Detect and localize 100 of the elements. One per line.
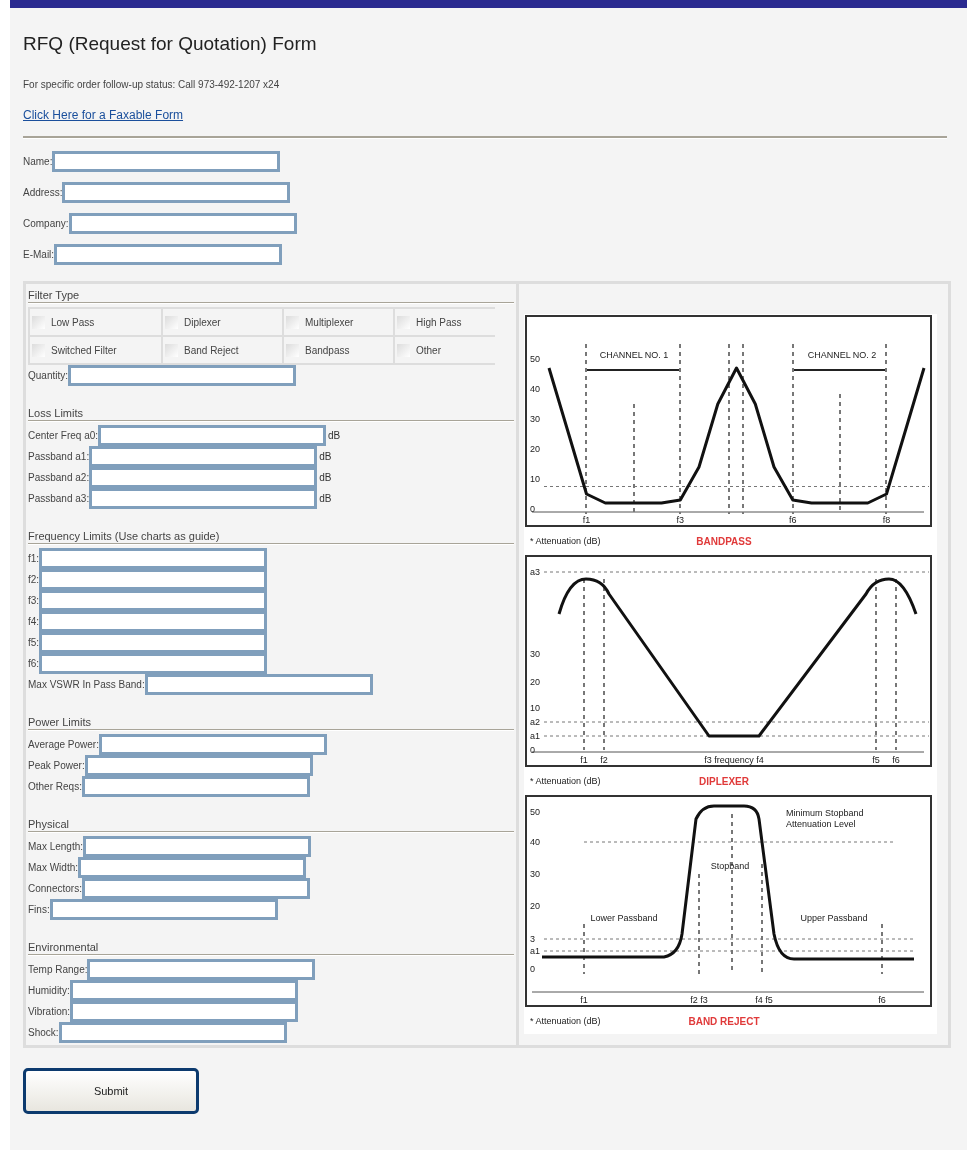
input-field[interactable] (62, 182, 291, 203)
axis-tick: f8 (882, 515, 891, 525)
input-field[interactable] (39, 611, 268, 632)
faxable-form-link[interactable]: Click Here for a Faxable Form (23, 106, 184, 124)
axis-tick: 40 (530, 384, 540, 394)
field-label: Max VSWR In Pass Band: (28, 678, 145, 692)
axis-tick: 30 (530, 649, 540, 659)
axis-tick: f3 (676, 515, 684, 525)
checkbox[interactable] (397, 315, 410, 329)
input-field[interactable] (89, 488, 318, 509)
option-label: Switched Filter (51, 343, 117, 358)
axis-note: * Attenuation (dB) (530, 776, 601, 786)
checkbox[interactable] (286, 315, 299, 329)
diagram-caption: BANDPASS (696, 536, 752, 547)
field-label: Center Freq a0: (28, 429, 99, 443)
option-label: High Pass (416, 315, 462, 330)
axis-tick: 0 (530, 745, 535, 755)
input-field[interactable] (39, 653, 268, 674)
follow-up-note: For specific order follow-up status: Call 973-492-1207 x24 (23, 78, 281, 92)
axis-tick: 20 (530, 677, 540, 687)
field-label: f5: (28, 636, 40, 650)
field-label: Shock: (28, 1026, 59, 1040)
option-label: Multiplexer (305, 315, 354, 330)
field-label: Fins: (28, 903, 50, 917)
checkbox[interactable] (286, 343, 299, 357)
field-label: f6: (28, 657, 40, 671)
section-heading: Power Limits (28, 715, 92, 729)
chart-label: Attenuation Level (786, 819, 856, 829)
axis-tick: 40 (530, 837, 540, 847)
input-field[interactable] (54, 244, 283, 265)
checkbox[interactable] (32, 315, 45, 329)
field-label: Passband a1: (28, 450, 90, 464)
axis-note: * Attenuation (dB) (530, 536, 601, 546)
diagram-caption: BAND REJECT (688, 1016, 760, 1027)
unit-label: dB (319, 471, 332, 485)
axis-tick: f2 f3 (690, 995, 708, 1005)
input-field[interactable] (81, 776, 310, 797)
checkbox[interactable] (32, 343, 45, 357)
axis-tick: 10 (530, 703, 540, 713)
input-field[interactable] (78, 857, 306, 878)
input-field[interactable] (58, 1022, 287, 1043)
option-label: Band Reject (184, 343, 239, 358)
axis-tick: f1 (580, 995, 588, 1005)
input-field[interactable] (144, 674, 373, 695)
field-label: Max Length: (28, 840, 84, 854)
input-field[interactable] (89, 467, 318, 488)
section-heading: Physical (28, 817, 70, 831)
axis-tick: a1 (530, 946, 540, 956)
input-field[interactable] (39, 632, 268, 653)
field-label: f2: (28, 573, 40, 587)
chart-label: f3 frequency f4 (704, 755, 764, 765)
section-heading: Frequency Limits (Use charts as guide) (28, 529, 221, 543)
axis-tick: 0 (530, 964, 535, 974)
input-field[interactable] (84, 755, 313, 776)
option-label: Other (416, 343, 441, 358)
axis-tick: f6 (892, 755, 900, 765)
axis-tick: f4 f5 (755, 995, 773, 1005)
input-field[interactable] (68, 365, 297, 386)
checkbox[interactable] (397, 343, 410, 357)
input-field[interactable] (69, 980, 298, 1001)
field-label: Address: (23, 186, 63, 200)
input-field[interactable] (83, 836, 312, 857)
axis-tick: f5 (872, 755, 880, 765)
field-label: Temp Range: (28, 963, 88, 977)
axis-tick: f6 (789, 515, 797, 525)
input-field[interactable] (39, 569, 268, 590)
axis-tick: a2 (530, 717, 540, 727)
input-field[interactable] (87, 959, 316, 980)
axis-note: * Attenuation (dB) (530, 1016, 601, 1026)
input-field[interactable] (81, 878, 310, 899)
input-field[interactable] (49, 899, 278, 920)
field-label: Vibration: (28, 1005, 71, 1019)
chart-label: Stopband (710, 861, 750, 871)
checkbox[interactable] (165, 315, 178, 329)
section-heading: Loss Limits (28, 406, 85, 420)
axis-tick: 30 (530, 869, 540, 879)
input-field[interactable] (68, 213, 297, 234)
axis-tick: 10 (530, 474, 540, 484)
input-field[interactable] (98, 734, 327, 755)
diagram-caption: DIPLEXER (699, 776, 749, 787)
field-label: Name: (23, 155, 53, 169)
input-field[interactable] (52, 151, 281, 172)
input-field[interactable] (89, 446, 318, 467)
axis-tick: f6 (878, 995, 886, 1005)
axis-tick: f1 (580, 755, 588, 765)
input-field[interactable] (70, 1001, 299, 1022)
axis-tick: a1 (530, 731, 540, 741)
input-field[interactable] (39, 548, 268, 569)
input-field[interactable] (39, 590, 268, 611)
option-label: Bandpass (305, 343, 350, 358)
unit-label: dB (328, 429, 341, 443)
field-label: Peak Power: (28, 759, 85, 773)
field-label: Quantity: (28, 369, 69, 383)
field-label: Average Power: (28, 738, 99, 752)
chart-label: CHANNEL NO. 2 (807, 350, 877, 360)
input-field[interactable] (98, 425, 327, 446)
checkbox[interactable] (165, 343, 178, 357)
unit-label: dB (319, 450, 332, 464)
field-label: Humidity: (28, 984, 70, 998)
submit-button[interactable]: Submit (23, 1068, 199, 1114)
